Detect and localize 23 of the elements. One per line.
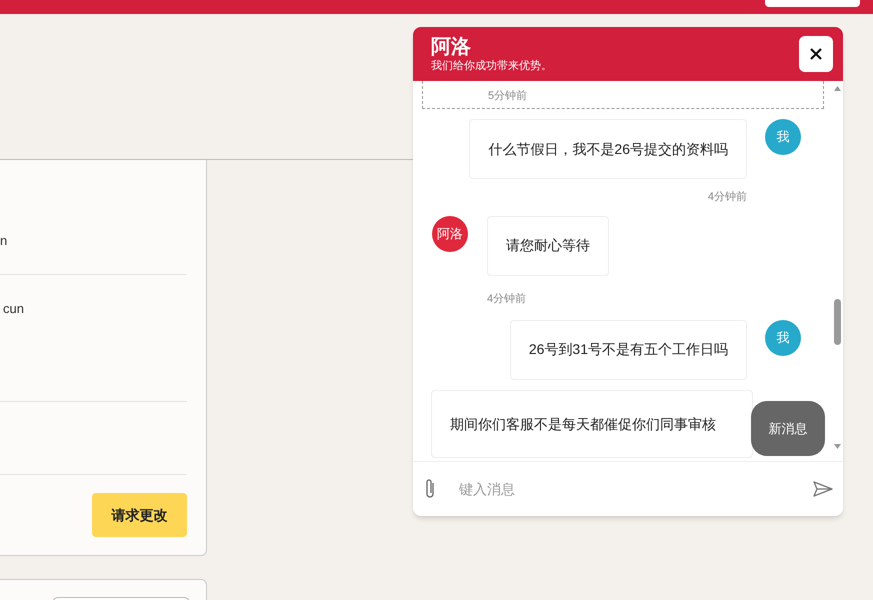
message-bubble: 26号到31号不是有五个工作日吗 — [510, 320, 747, 380]
message-time: 4分钟前 — [708, 190, 747, 205]
field-value: n — [0, 232, 8, 250]
send-icon[interactable] — [813, 481, 833, 497]
field-value: cun — [3, 301, 24, 316]
request-change-button[interactable]: 请求更改 — [92, 493, 187, 537]
new-message-badge[interactable]: 新消息 — [751, 401, 825, 456]
close-button[interactable] — [799, 36, 833, 72]
message-bubble: 请您耐心等待 — [487, 216, 609, 276]
user-avatar: 我 — [765, 119, 801, 155]
message-input[interactable]: 键入消息 — [459, 478, 791, 500]
message-time: 5分钟前 — [488, 90, 528, 102]
scroll-down-icon[interactable] — [834, 444, 840, 449]
scroll-thumb[interactable] — [834, 299, 840, 345]
agent-avatar: 阿洛 — [432, 216, 468, 252]
chat-subtitle: 我们给你成功带来优势。 — [431, 59, 552, 73]
message-time: 4分钟前 — [487, 292, 526, 304]
message-bubble: 什么节假日，我不是26号提交的资料吗 — [469, 119, 747, 179]
scroll-up-icon[interactable] — [834, 86, 840, 91]
chat-title: 阿洛 — [431, 35, 472, 59]
message-bubble: 期间你们客服不是每天都催促你们同事审核 — [431, 390, 753, 458]
close-icon — [810, 48, 822, 60]
user-avatar: 我 — [765, 320, 801, 356]
